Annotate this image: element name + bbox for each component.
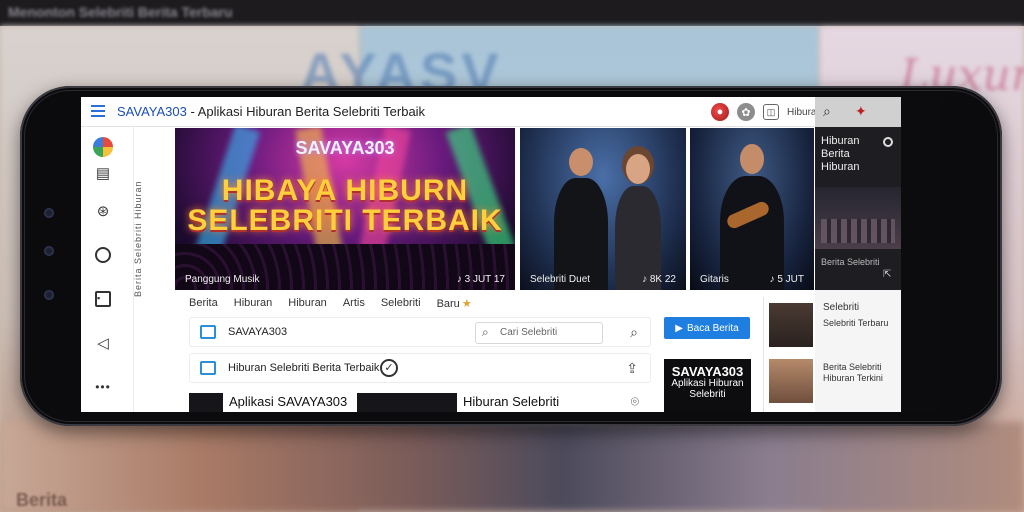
left-rail: ▤ ⊛ ▪ ◁ ••• [81,127,127,412]
phone-screen: SAVAYA303 - Aplikasi Hiburan Berita Sele… [81,97,938,412]
app-title-rest: - Aplikasi Hiburan Berita Selebriti Terb… [186,104,426,119]
list-item[interactable]: Hiburan Selebriti Berita Terbaik ✓ ⇪ [189,353,651,383]
shield-icon[interactable]: ⌾ [631,393,639,410]
menu-icon[interactable] [91,105,105,117]
side-panel-image[interactable] [815,187,901,249]
banner-headline-line2: SELEBRITI TERBAIK [187,204,503,237]
share-icon[interactable]: ⇪ [626,360,638,377]
thumbnail[interactable] [189,393,223,412]
stack-icon[interactable]: ▤ [93,163,113,183]
side-panel-title[interactable]: Hiburan Berita Hiburan [821,135,885,174]
avatar[interactable] [93,137,113,157]
read-news-label: Baca Berita [687,322,739,334]
sensor-dot [44,208,54,218]
front-camera [44,246,54,256]
shield-icon[interactable]: ⊛ [93,201,113,221]
banner-caption: Selebriti Duet ♪ 8K 22 [530,274,676,285]
thumbnail-portrait[interactable] [769,303,813,347]
bottom-right-text[interactable]: Hiburan Selebriti [463,394,559,409]
side-panel: ⌕ ✦ Hiburan Berita Hiburan Berita Selebr… [815,97,901,412]
background-bottom-text: Berita [16,490,68,510]
hero-banner[interactable]: SAVAYA303 HIBAYA HIBURN SELEBRITI TERBAI… [175,128,515,290]
phone-nav-bar [901,97,938,412]
vertical-label: Berita Selebriti Hiburan [133,180,143,297]
promo-line-3: Selebriti [689,389,726,400]
tab-hiburan[interactable]: Hiburan [234,297,273,310]
share-icon[interactable]: ⇱ [883,269,891,280]
background-top-text: Menonton Selebriti Berita Terbaru [8,4,233,20]
banner-caption-right: ♪ 5 JUT [769,274,804,285]
promo-line-1: SAVAYA303 [671,364,744,379]
side-panel-header: ⌕ ✦ [815,97,901,127]
tab-hiburan-2[interactable]: Hiburan [288,297,327,310]
circle-icon[interactable] [93,245,113,265]
app-bar: SAVAYA303 - Aplikasi Hiburan Berita Sele… [81,97,822,127]
star-icon: ★ [461,298,472,310]
background-lower [0,422,1024,512]
search-icon[interactable]: ⌕ [823,103,831,120]
banner-caption-left: Selebriti Duet [530,274,591,285]
app-brand: SAVAYA303 [117,104,187,119]
sensor-dot [44,290,54,300]
female-singer [612,154,664,290]
search-icon[interactable]: ⌕ [630,324,638,341]
list-item[interactable]: SAVAYA303 Cari Selebriti ⌕ [189,317,651,347]
tab-selebriti[interactable]: Selebriti [381,297,421,310]
category-tabs: Berita Hiburan Hiburan Artis Selebriti B… [189,297,472,310]
male-singer [554,148,608,290]
logo-icon: ✦ [855,103,867,119]
side-circle-icon[interactable] [883,137,893,147]
side-text-3[interactable]: Berita Selebriti Hiburan Terkini [823,362,901,384]
tab-berita[interactable]: Berita [189,297,218,310]
tab-baru-label: Baru [436,298,460,310]
bottom-row: Aplikasi SAVAYA303 Hiburan Selebriti ⌾ [189,393,651,412]
banner-headline-line1: HIBAYA HIBURN [221,174,469,207]
banner-brand: SAVAYA303 [295,138,395,158]
tab-baru[interactable]: Baru ★ [437,297,472,310]
notification-icon[interactable]: ◫ [763,104,779,120]
mail-icon [200,361,216,375]
row-text: Hiburan Selebriti Berita Terbaik [228,362,380,374]
folder-icon [200,325,216,339]
play-icon: ▶ [675,322,683,334]
bottom-left-text[interactable]: Aplikasi SAVAYA303 [229,394,347,409]
read-news-button[interactable]: ▶ Baca Berita [664,317,750,339]
thumbnail[interactable] [357,393,457,412]
side-text-2[interactable]: Selebriti Terbaru [823,318,888,329]
banner-caption-left: Gitaris [700,274,729,285]
tab-artis[interactable]: Artis [343,297,365,310]
column-divider [763,297,764,412]
banner-headline: HIBAYA HIBURN SELEBRITI TERBAIK [175,176,515,236]
promo-tile[interactable]: SAVAYA303 Aplikasi Hiburan Selebriti [664,359,751,412]
banner-caption-right: ♪ 8K 22 [642,274,676,285]
promo-line-2: Aplikasi Hiburan [671,378,744,389]
banner-caption: Panggung Musik ♪ 3 JUT 17 [185,274,505,285]
banner-caption: Gitaris ♪ 5 JUT [700,274,804,285]
duet-banner[interactable]: Selebriti Duet ♪ 8K 22 [520,128,686,290]
square-icon[interactable]: ▪ [93,289,113,309]
guitarist-banner[interactable]: Gitaris ♪ 5 JUT [690,128,814,290]
search-input[interactable]: Cari Selebriti [475,322,603,344]
thumbnail-group[interactable] [769,359,813,403]
side-text-1[interactable]: Selebriti [823,302,859,313]
side-panel-caption: Berita Selebriti [821,257,880,267]
more-icon[interactable]: ••• [93,377,113,397]
settings-icon[interactable]: ✿ [737,103,755,121]
top-icon-group: ● ✿ ◫ Hiburan [711,103,822,121]
profile-badge-icon[interactable]: ● [711,103,729,121]
banner-caption-right: ♪ 3 JUT 17 [456,274,505,285]
app-title: SAVAYA303 - Aplikasi Hiburan Berita Sele… [117,104,425,119]
check-icon[interactable]: ✓ [380,359,398,377]
back-icon[interactable]: ◁ [93,333,113,353]
row-text: SAVAYA303 [228,326,288,338]
banner-caption-left: Panggung Musik [185,274,260,285]
side-panel-list: Selebriti Selebriti Terbaru Berita Seleb… [815,290,901,412]
